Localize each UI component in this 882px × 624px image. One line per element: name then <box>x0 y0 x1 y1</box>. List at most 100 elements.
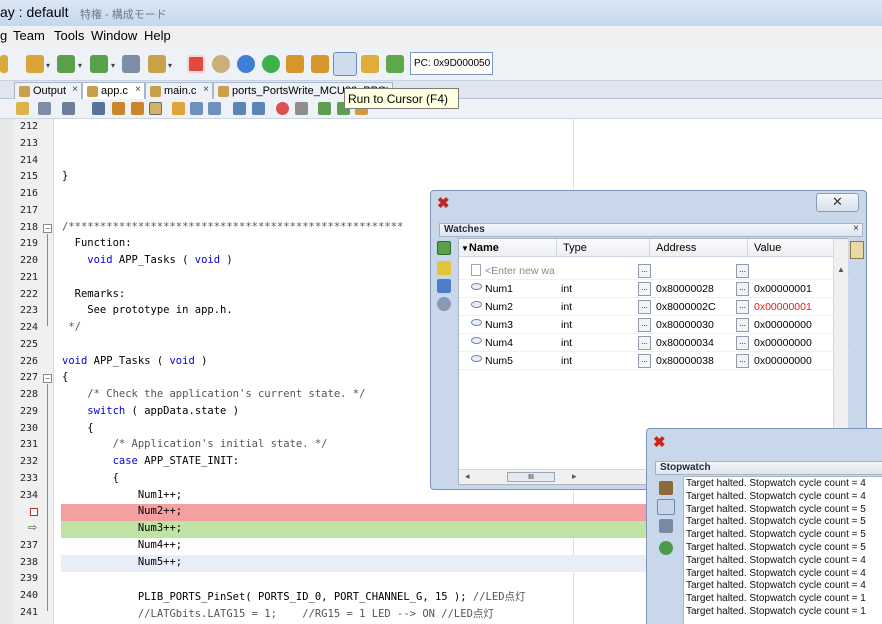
more-button[interactable]: ... <box>736 318 749 332</box>
run-to-cursor-icon[interactable] <box>333 52 357 76</box>
code-line[interactable]: /* Application's initial state. */ <box>62 438 328 450</box>
more-button[interactable]: ... <box>736 354 749 368</box>
new-watch-icon[interactable] <box>437 241 451 255</box>
code-line[interactable]: { <box>62 472 119 484</box>
tab-main-c[interactable]: main.c × <box>145 82 213 99</box>
watch-row[interactable]: Num3int0x800000300x00000000......... <box>459 316 849 334</box>
download-icon[interactable] <box>57 55 75 73</box>
code-line[interactable]: /* Check the application's current state… <box>62 388 365 400</box>
watch-row[interactable]: Num1int0x800000280x00000001......... <box>459 280 849 298</box>
upload-icon[interactable] <box>90 55 108 73</box>
code-line[interactable]: */ <box>62 321 81 333</box>
close-icon[interactable]: × <box>135 84 141 95</box>
fold-toggle-icon[interactable]: − <box>43 374 52 384</box>
runtime-watch-icon[interactable] <box>437 261 451 275</box>
reset-stopwatch-icon[interactable] <box>657 499 675 515</box>
prev-occurrence-icon[interactable] <box>112 102 125 115</box>
code-line[interactable]: Remarks: <box>62 288 126 300</box>
record-macro-icon[interactable] <box>276 102 289 115</box>
stop-macro-icon[interactable] <box>295 102 308 115</box>
code-line[interactable]: See prototype in app.h. <box>62 304 232 316</box>
continue-icon[interactable] <box>262 55 280 73</box>
close-icon[interactable]: × <box>72 84 78 95</box>
tab-app-c[interactable]: app.c × <box>82 82 145 99</box>
more-button[interactable]: ... <box>638 264 651 278</box>
toggle-bookmark-icon[interactable] <box>208 102 221 115</box>
more-button[interactable]: ... <box>736 264 749 278</box>
scroll-right-icon[interactable]: ▸ <box>572 471 577 482</box>
watch-row[interactable]: Num5int0x800000380x00000000......... <box>459 352 849 370</box>
source-icon[interactable] <box>16 102 29 115</box>
prev-bookmark-icon[interactable] <box>172 102 185 115</box>
code-line[interactable]: Num1++; <box>62 489 182 501</box>
more-button[interactable]: ... <box>736 300 749 314</box>
chevron-down-icon[interactable]: ▾ <box>46 61 50 70</box>
code-line[interactable]: switch ( appData.state ) <box>62 405 239 417</box>
code-line[interactable]: { <box>62 422 93 434</box>
column-header-address[interactable]: Address <box>650 239 748 257</box>
code-line[interactable]: /***************************************… <box>62 221 403 233</box>
code-line[interactable]: void APP_Tasks ( void ) <box>62 254 232 266</box>
chevron-down-icon[interactable]: ▾ <box>78 61 82 70</box>
menu-debug[interactable]: g <box>0 28 7 43</box>
clock-icon[interactable] <box>659 541 673 555</box>
stopwatch-window[interactable]: ✖ Stopwatch Target halted. Stopwatch cyc… <box>646 428 882 624</box>
new-watch-row[interactable]: <Enter new wa ... ... ... <box>459 262 849 280</box>
more-button[interactable]: ... <box>736 336 749 350</box>
window-close-button[interactable]: ✕ <box>816 193 859 212</box>
close-icon[interactable]: × <box>203 84 209 95</box>
code-line[interactable]: PLIB_PORTS_PinSet( PORTS_ID_0, PORT_CHAN… <box>62 589 526 604</box>
fold-toggle-icon[interactable]: − <box>43 223 52 233</box>
chevron-down-icon[interactable]: ▾ <box>111 61 115 70</box>
step-into-icon[interactable] <box>311 55 329 73</box>
find-icon[interactable] <box>92 102 105 115</box>
clear-icon[interactable] <box>659 519 673 533</box>
more-button[interactable]: ... <box>638 336 651 350</box>
code-line[interactable]: //LATGbits.LATG15 = 1; //RG15 = 1 LED --… <box>62 606 494 621</box>
step-over-icon[interactable] <box>286 55 304 73</box>
back-icon[interactable] <box>62 102 75 115</box>
shift-left-icon[interactable] <box>233 102 246 115</box>
close-icon[interactable]: ✖ <box>437 194 450 212</box>
menu-tools[interactable]: Tools <box>54 28 84 43</box>
breakpoint-icon[interactable] <box>30 508 38 517</box>
next-occurrence-icon[interactable] <box>131 102 144 115</box>
menu-window[interactable]: Window <box>91 28 137 43</box>
build-icon[interactable] <box>0 55 8 73</box>
menu-team[interactable]: Team <box>13 28 45 43</box>
code-line[interactable]: Num4++; <box>62 539 182 551</box>
code-line[interactable]: Num3++; <box>62 522 182 534</box>
code-line[interactable]: Num5++; <box>62 556 182 568</box>
menu-help[interactable]: Help <box>144 28 171 43</box>
more-button[interactable]: ... <box>638 282 651 296</box>
more-button[interactable]: ... <box>638 354 651 368</box>
watches-options-icon[interactable] <box>850 241 864 259</box>
toggle-highlight-icon[interactable] <box>149 102 162 115</box>
new-watch-input[interactable]: <Enter new wa <box>485 265 555 277</box>
sfr-icon[interactable] <box>437 297 451 311</box>
comment-icon[interactable] <box>318 102 331 115</box>
column-header-name[interactable]: ▼Name <box>459 239 557 257</box>
code-line[interactable]: Num2++; <box>62 505 182 517</box>
step-out-icon[interactable] <box>361 55 379 73</box>
watch-row[interactable]: Num2int0x8000002C0x00000001......... <box>459 298 849 316</box>
close-icon[interactable]: ✖ <box>653 433 666 451</box>
column-header-type[interactable]: Type <box>557 239 650 257</box>
pause-icon[interactable] <box>212 55 230 73</box>
more-button[interactable]: ... <box>736 282 749 296</box>
tab-output[interactable]: Output × <box>14 82 82 99</box>
scroll-left-icon[interactable]: ◂ <box>465 471 470 482</box>
variables-icon[interactable] <box>437 279 451 293</box>
debug-project-icon[interactable] <box>148 55 166 73</box>
chevron-down-icon[interactable]: ▾ <box>168 61 172 70</box>
clean-build-icon[interactable] <box>26 55 44 73</box>
set-pc-icon[interactable] <box>386 55 404 73</box>
reset-icon[interactable] <box>122 55 140 73</box>
code-line[interactable]: } <box>62 170 68 182</box>
code-line[interactable]: { <box>62 371 68 383</box>
stopwatch-properties-icon[interactable] <box>659 481 673 495</box>
watch-row[interactable]: Num4int0x800000340x00000000......... <box>459 334 849 352</box>
restart-icon[interactable] <box>237 55 255 73</box>
next-bookmark-icon[interactable] <box>190 102 203 115</box>
scroll-up-icon[interactable]: ▲ <box>837 265 845 274</box>
